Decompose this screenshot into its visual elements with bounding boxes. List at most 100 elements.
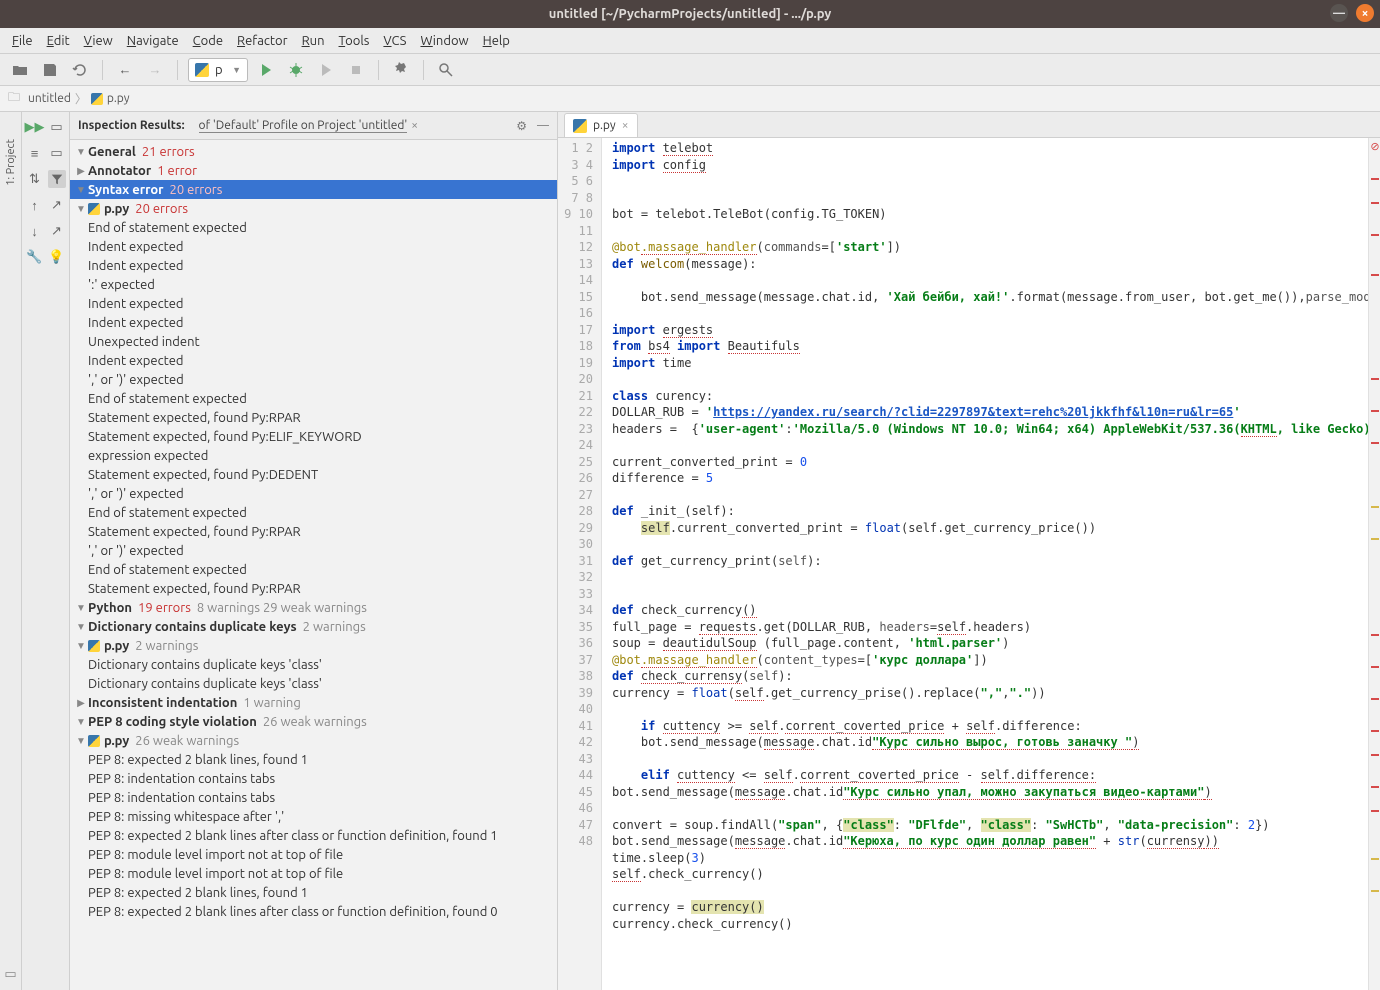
tree-row[interactable]: ▼p.py2 warnings — [70, 636, 557, 655]
structure-icon[interactable]: ▭ — [4, 967, 16, 982]
close-tab-icon[interactable]: × — [622, 119, 629, 132]
run-with-coverage-icon[interactable] — [314, 58, 338, 82]
menu-view[interactable]: View — [78, 32, 119, 50]
error-stripe[interactable]: ⊘ — [1368, 138, 1380, 990]
tree-row[interactable]: ▶Inconsistent indentation1 warning — [70, 693, 557, 712]
hide-panel-icon[interactable]: — — [537, 119, 549, 132]
tree-row[interactable]: PEP 8: expected 2 blank lines after clas… — [70, 902, 557, 921]
tree-row[interactable]: expression expected — [70, 446, 557, 465]
inspection-profile[interactable]: of 'Default' Profile on Project 'untitle… — [199, 119, 408, 133]
tree-row[interactable]: ▼General21 errors — [70, 142, 557, 161]
tree-row[interactable]: Unexpected indent — [70, 332, 557, 351]
menu-help[interactable]: Help — [477, 32, 516, 50]
tree-row[interactable]: ▼PEP 8 coding style violation26 weak war… — [70, 712, 557, 731]
tree-row[interactable]: PEP 8: module level import not at top of… — [70, 845, 557, 864]
debug-icon[interactable] — [284, 58, 308, 82]
tree-row[interactable]: Dictionary contains duplicate keys 'clas… — [70, 674, 557, 693]
inspection-toolstrip: ▶▶▭ ≡▭ ⇅ ↑↗ ↓↗ 🔧💡 — [22, 112, 70, 990]
save-icon[interactable] — [38, 58, 62, 82]
group-icon[interactable]: ⇅ — [26, 170, 44, 188]
tree-row[interactable]: PEP 8: expected 2 blank lines after clas… — [70, 826, 557, 845]
tree-row[interactable]: ▶Annotator1 error — [70, 161, 557, 180]
code-content[interactable]: import telebot import config bot = teleb… — [602, 138, 1368, 990]
editor-tabs: p.py × — [558, 112, 1380, 138]
tree-row[interactable]: ':' expected — [70, 275, 557, 294]
tab-label: p.py — [593, 119, 616, 132]
menu-tools[interactable]: Tools — [333, 32, 376, 50]
left-tool-strip: 1: Project ▭ — [0, 112, 22, 990]
minimize-button[interactable]: — — [1330, 4, 1348, 22]
collapse-icon[interactable]: ▭ — [48, 144, 66, 162]
menu-code[interactable]: Code — [187, 32, 229, 50]
crumb-p.py[interactable]: p.py — [91, 92, 130, 105]
tree-row[interactable]: Statement expected, found Py:DEDENT — [70, 465, 557, 484]
wrench-icon[interactable]: 🔧 — [26, 248, 44, 266]
titlebar: untitled [~/PycharmProjects/untitled] - … — [0, 0, 1380, 28]
menu-edit[interactable]: Edit — [41, 32, 76, 50]
tree-row[interactable]: ▼Syntax error20 errors — [70, 180, 557, 199]
inspection-tree[interactable]: ▼General21 errors▶Annotator1 error▼Synta… — [70, 140, 557, 990]
tree-row[interactable]: ▼Python19 errors8 warnings 29 weak warni… — [70, 598, 557, 617]
menu-vcs[interactable]: VCS — [377, 32, 412, 50]
tree-row[interactable]: PEP 8: missing whitespace after ',' — [70, 807, 557, 826]
tree-row[interactable]: PEP 8: module level import not at top of… — [70, 864, 557, 883]
forward-icon[interactable]: → — [143, 58, 167, 82]
tree-row[interactable]: ',' or ')' expected — [70, 370, 557, 389]
tree-row[interactable]: Statement expected, found Py:RPAR — [70, 579, 557, 598]
tree-row[interactable]: PEP 8: indentation contains tabs — [70, 788, 557, 807]
tree-row[interactable]: PEP 8: expected 2 blank lines, found 1 — [70, 883, 557, 902]
tree-row[interactable]: PEP 8: indentation contains tabs — [70, 769, 557, 788]
tree-row[interactable]: ',' or ')' expected — [70, 541, 557, 560]
run-config-selector[interactable]: p ▼ — [188, 58, 248, 82]
project-tool-tab[interactable]: 1: Project — [2, 132, 20, 193]
tree-row[interactable]: ▼Dictionary contains duplicate keys2 war… — [70, 617, 557, 636]
tree-row[interactable]: ',' or ')' expected — [70, 484, 557, 503]
refresh-icon[interactable] — [68, 58, 92, 82]
tree-row[interactable]: ▼p.py20 errors — [70, 199, 557, 218]
back-icon[interactable]: ← — [113, 58, 137, 82]
expand-icon[interactable]: ≡ — [26, 144, 44, 162]
next-icon[interactable]: ↓ — [26, 222, 44, 240]
window-title: untitled [~/PycharmProjects/untitled] - … — [549, 7, 832, 21]
search-icon[interactable] — [434, 58, 458, 82]
tree-row[interactable]: Indent expected — [70, 237, 557, 256]
tree-row[interactable]: Statement expected, found Py:RPAR — [70, 522, 557, 541]
tree-row[interactable]: End of statement expected — [70, 389, 557, 408]
rerun-icon[interactable]: ▶▶ — [26, 118, 44, 136]
menu-navigate[interactable]: Navigate — [121, 32, 185, 50]
menu-file[interactable]: File — [6, 32, 39, 50]
tree-row[interactable]: Indent expected — [70, 313, 557, 332]
menu-refactor[interactable]: Refactor — [231, 32, 294, 50]
tree-row[interactable]: Indent expected — [70, 256, 557, 275]
tree-row[interactable]: Indent expected — [70, 351, 557, 370]
bulb-icon[interactable]: 💡 — [48, 248, 66, 266]
close-panel-icon[interactable]: ▭ — [48, 118, 66, 136]
close-button[interactable]: × — [1356, 4, 1374, 22]
export-icon[interactable]: ↗ — [48, 196, 66, 214]
code-area[interactable]: 1 2 3 4 5 6 7 8 9 10 11 12 13 14 15 16 1… — [558, 138, 1380, 990]
tree-row[interactable]: End of statement expected — [70, 560, 557, 579]
error-indicator-icon[interactable]: ⊘ — [1369, 140, 1380, 152]
run-icon[interactable] — [254, 58, 278, 82]
menu-window[interactable]: Window — [414, 32, 474, 50]
prev-icon[interactable]: ↑ — [26, 196, 44, 214]
tree-row[interactable]: PEP 8: expected 2 blank lines, found 1 — [70, 750, 557, 769]
menu-run[interactable]: Run — [296, 32, 331, 50]
line-gutter: 1 2 3 4 5 6 7 8 9 10 11 12 13 14 15 16 1… — [558, 138, 602, 990]
tree-row[interactable]: Indent expected — [70, 294, 557, 313]
tree-row[interactable]: End of statement expected — [70, 503, 557, 522]
tree-row[interactable]: ▼p.py26 weak warnings — [70, 731, 557, 750]
gear-icon[interactable]: ⚙ — [516, 119, 527, 133]
settings-icon[interactable] — [389, 58, 413, 82]
tree-row[interactable]: Statement expected, found Py:ELIF_KEYWOR… — [70, 427, 557, 446]
filter-icon[interactable] — [48, 170, 66, 188]
import-icon[interactable]: ↗ — [48, 222, 66, 240]
stop-icon[interactable] — [344, 58, 368, 82]
open-icon[interactable] — [8, 58, 32, 82]
crumb-untitled[interactable]: 🗀untitled — [8, 88, 71, 109]
tree-row[interactable]: End of statement expected — [70, 218, 557, 237]
breadcrumbs: 🗀untitled〉 p.py — [0, 86, 1380, 112]
tree-row[interactable]: Dictionary contains duplicate keys 'clas… — [70, 655, 557, 674]
editor-tab-p[interactable]: p.py × — [564, 113, 638, 137]
tree-row[interactable]: Statement expected, found Py:RPAR — [70, 408, 557, 427]
